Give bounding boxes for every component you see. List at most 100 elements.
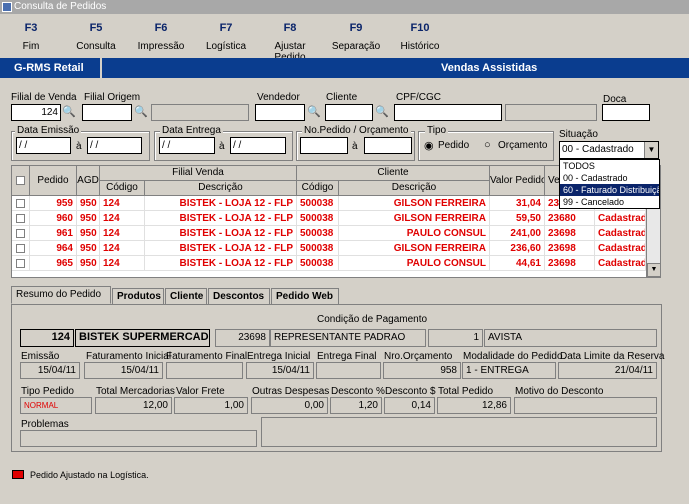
toolbar-consulta-button[interactable]: F5 Consulta [66,22,126,52]
cell-valor[interactable]: 31,04 [490,196,545,211]
binoculars-icon[interactable]: 🔍 [375,106,389,118]
filial-venda-input[interactable]: 124 [11,104,61,121]
entrega-start-input[interactable]: / / [159,137,215,154]
cell-cli-desc[interactable]: PAULO CONSUL [339,256,490,271]
cell-cli-desc[interactable]: GILSON FERREIRA [339,196,490,211]
toolbar-ajustar-pedido-button[interactable]: F8Ajustar Pedido [260,22,320,63]
filial-origem-input[interactable] [82,104,132,121]
cell-agd[interactable]: 950 [77,226,100,241]
cell-cli[interactable]: 500038 [297,256,339,271]
vendedor-input[interactable] [255,104,305,121]
cell-filial[interactable]: 124 [100,241,145,256]
cell-valor[interactable]: 59,50 [490,211,545,226]
cell-sit[interactable]: Cadastrad [595,256,646,271]
cell-cli-desc[interactable]: PAULO CONSUL [339,226,490,241]
cell-filial-desc[interactable]: BISTEK - LOJA 12 - FLP [145,256,297,271]
cell-cli-desc[interactable]: GILSON FERREIRA [339,211,490,226]
option-todos[interactable]: TODOS [560,160,659,172]
pedido-end-input[interactable] [364,137,412,154]
emissao-start-input[interactable]: / / [16,137,71,154]
cell-agd[interactable]: 950 [77,241,100,256]
cell-agd[interactable]: 950 [77,196,100,211]
cell-vend[interactable]: 23680 [545,211,595,226]
cell-sit[interactable]: Cadastrad [595,241,646,256]
header-valor-pedido[interactable]: Valor Pedido [490,166,545,196]
chevron-down-icon[interactable]: ▼ [644,142,658,158]
header-pedido[interactable]: Pedido [30,166,77,196]
cell-cli[interactable]: 500038 [297,196,339,211]
row-select[interactable] [12,196,30,211]
tab-pedido-web[interactable]: Pedido Web [271,288,339,304]
tab-produtos[interactable]: Produtos [112,288,164,304]
toolbar-impressao-button[interactable]: F6 Impressão [131,22,191,52]
row-checkbox[interactable] [16,259,25,268]
cell-filial-desc[interactable]: BISTEK - LOJA 12 - FLP [145,196,297,211]
row-select[interactable] [12,256,30,271]
cell-agd[interactable]: 950 [77,256,100,271]
row-checkbox[interactable] [16,199,25,208]
cell-filial-desc[interactable]: BISTEK - LOJA 12 - FLP [145,226,297,241]
cell-vend[interactable]: 23698 [545,226,595,241]
tipo-orcamento-radio[interactable]: ○ [484,139,491,151]
cell-valor[interactable]: 236,60 [490,241,545,256]
cpf-input[interactable] [394,104,502,121]
cell-vend[interactable]: 23698 [545,256,595,271]
option-faturado[interactable]: 60 - Faturado Distribuição [560,184,659,196]
cell-pedido[interactable]: 965 [30,256,77,271]
toolbar-historico-button[interactable]: F10 Histórico [390,22,450,52]
select-all-checkbox[interactable] [16,176,25,185]
cell-pedido[interactable]: 960 [30,211,77,226]
binoculars-icon[interactable]: 🔍 [134,106,148,118]
cell-filial[interactable]: 124 [100,196,145,211]
cell-pedido[interactable]: 964 [30,241,77,256]
cliente-input[interactable] [325,104,373,121]
binoculars-icon[interactable]: 🔍 [62,106,76,118]
situacao-dropdown[interactable]: TODOS 00 - Cadastrado 60 - Faturado Dist… [559,159,660,209]
row-checkbox[interactable] [16,244,25,253]
header-cliente-codigo[interactable]: Código [297,181,339,196]
row-select[interactable] [12,211,30,226]
tab-cliente[interactable]: Cliente [165,288,207,304]
tipo-pedido-radio[interactable]: ◉ [424,139,434,152]
situacao-select[interactable]: 00 - Cadastrado ▼ [559,141,659,159]
cell-vend[interactable]: 23698 [545,241,595,256]
tab-resumo[interactable]: Resumo do Pedido [11,286,111,304]
cell-pedido[interactable]: 959 [30,196,77,211]
row-checkbox[interactable] [16,229,25,238]
header-filial-codigo[interactable]: Código [100,181,145,196]
header-cliente-descricao[interactable]: Descrição [339,181,490,196]
binoculars-icon[interactable]: 🔍 [307,106,321,118]
scroll-down-icon[interactable]: ▼ [647,263,660,277]
cell-filial-desc[interactable]: BISTEK - LOJA 12 - FLP [145,241,297,256]
banner-left: G-RMS Retail [14,62,84,74]
toolbar-separacao-button[interactable]: F9 Separação [326,22,386,52]
option-cancelado[interactable]: 99 - Cancelado [560,196,659,208]
header-filial-descricao[interactable]: Descrição [145,181,297,196]
cell-cli[interactable]: 500038 [297,211,339,226]
cell-filial[interactable]: 124 [100,256,145,271]
cell-cli[interactable]: 500038 [297,226,339,241]
cell-sit[interactable]: Cadastrad [595,226,646,241]
tab-descontos[interactable]: Descontos [208,288,270,304]
emissao-end-input[interactable]: / / [87,137,142,154]
cell-filial-desc[interactable]: BISTEK - LOJA 12 - FLP [145,211,297,226]
row-select[interactable] [12,241,30,256]
cell-filial[interactable]: 124 [100,211,145,226]
pedido-start-input[interactable] [300,137,348,154]
toolbar-logistica-button[interactable]: F7 Logística [196,22,256,52]
cell-pedido[interactable]: 961 [30,226,77,241]
cell-agd[interactable]: 950 [77,211,100,226]
toolbar-fim-button[interactable]: F3 Fim [1,22,61,52]
doca-input[interactable] [602,104,650,121]
row-checkbox[interactable] [16,214,25,223]
header-agd[interactable]: AGD [77,166,100,196]
cell-cli[interactable]: 500038 [297,241,339,256]
cell-cli-desc[interactable]: GILSON FERREIRA [339,241,490,256]
cell-filial[interactable]: 124 [100,226,145,241]
row-select[interactable] [12,226,30,241]
cell-sit[interactable]: Cadastrad [595,211,646,226]
cell-valor[interactable]: 241,00 [490,226,545,241]
cell-valor[interactable]: 44,61 [490,256,545,271]
option-cadastrado[interactable]: 00 - Cadastrado [560,172,659,184]
entrega-end-input[interactable]: / / [230,137,286,154]
